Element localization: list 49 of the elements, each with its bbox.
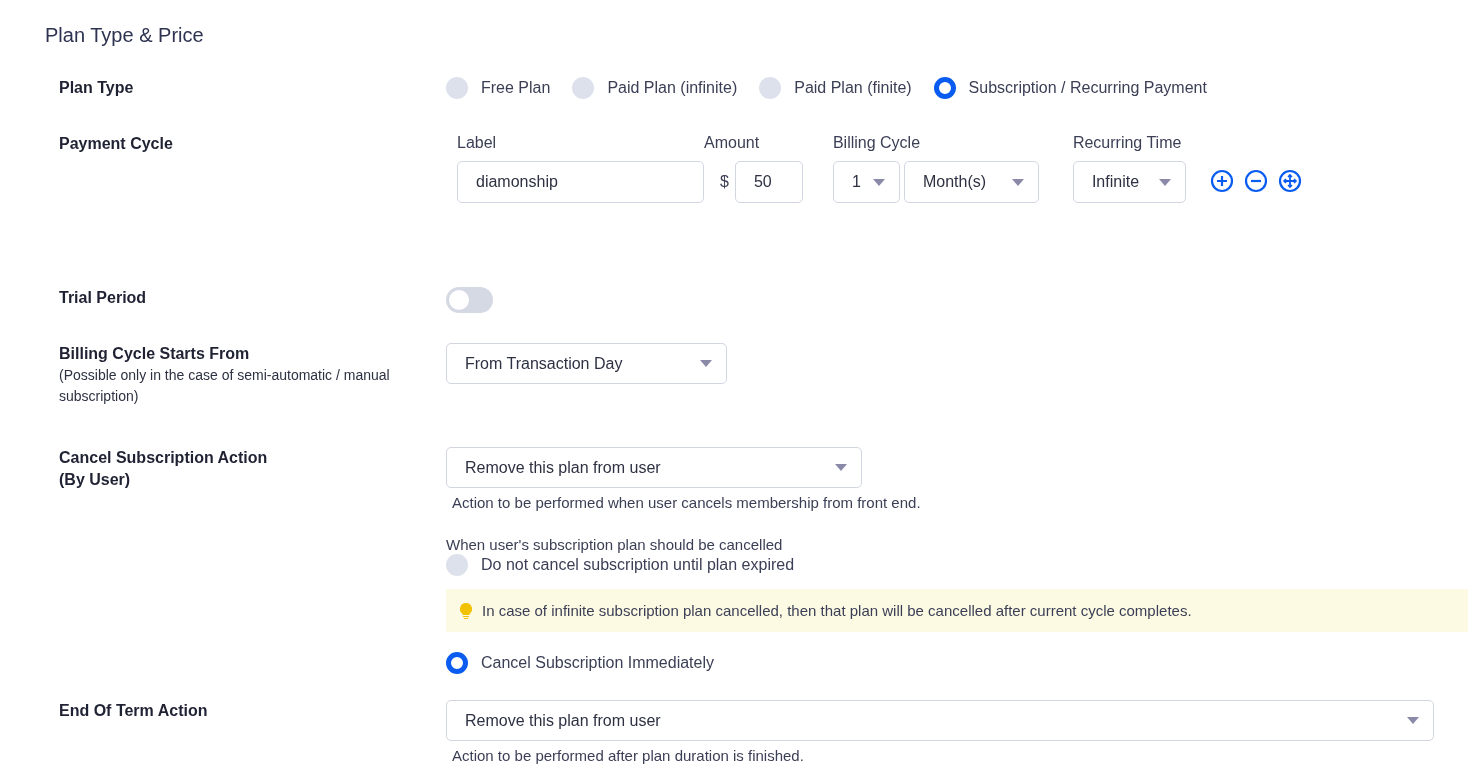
field-note: (Possible only in the case of semi-automatic / manual subscription) bbox=[59, 366, 391, 406]
field-label: Payment Cycle bbox=[59, 134, 174, 154]
radio-button[interactable] bbox=[446, 652, 468, 674]
caret-icon bbox=[1011, 178, 1024, 186]
column-heading: Label bbox=[457, 133, 498, 153]
option-heading: When user's subscription plan should be cancelled bbox=[446, 536, 784, 554]
radio-button[interactable] bbox=[446, 77, 468, 99]
radio-option[interactable]: Cancel Subscription Immediately bbox=[446, 652, 1468, 674]
radio-option[interactable]: Do not cancel subscription until plan expired bbox=[446, 554, 1468, 576]
help-text: Action to be performed after plan duration is finished. bbox=[452, 747, 805, 765]
cancel-action-dropdown[interactable]: Remove this plan from user bbox=[446, 447, 862, 488]
field-label: Trial Period bbox=[59, 288, 148, 308]
caret-icon bbox=[700, 360, 712, 367]
field-label: Cancel Subscription Action bbox=[59, 448, 269, 468]
field-label: End Of Term Action bbox=[59, 701, 209, 721]
unit-dropdown[interactable]: Month(s) bbox=[903, 161, 1039, 203]
caret-icon bbox=[1407, 717, 1419, 724]
field-label: (By User) bbox=[59, 470, 132, 490]
trial-toggle[interactable] bbox=[446, 287, 493, 313]
radio-option[interactable]: Paid Plan (infinite) bbox=[572, 77, 738, 99]
radio-button[interactable] bbox=[759, 77, 782, 99]
help-text: Action to be performed when user cancels membership from front end. bbox=[452, 494, 922, 512]
column-heading: Billing Cycle bbox=[832, 133, 922, 153]
caret-icon bbox=[835, 464, 847, 471]
tip-text: In case of infinite subscription plan cancelled, then that plan will be cancelled after current cycle completes. bbox=[482, 602, 1192, 619]
radio-button[interactable] bbox=[446, 554, 468, 576]
amount-input[interactable]: 50 bbox=[734, 161, 803, 203]
move-icon[interactable] bbox=[1277, 169, 1302, 193]
currency-symbol: $ bbox=[720, 172, 729, 192]
caret-icon bbox=[872, 178, 885, 186]
field-label: Plan Type bbox=[59, 78, 135, 98]
count-dropdown[interactable]: 1 bbox=[832, 161, 900, 203]
radio-button[interactable] bbox=[933, 77, 956, 99]
recurring-dropdown[interactable]: Infinite bbox=[1072, 161, 1186, 203]
column-heading: Recurring Time bbox=[1072, 133, 1183, 153]
column-heading: Amount bbox=[704, 133, 761, 153]
add-icon[interactable] bbox=[1209, 169, 1234, 193]
label-input[interactable]: diamonship bbox=[457, 161, 704, 203]
caret-icon bbox=[1158, 178, 1171, 186]
radio-option[interactable]: Paid Plan (finite) bbox=[759, 77, 912, 99]
radio-option[interactable]: Free Plan bbox=[446, 77, 551, 99]
section-title: Plan Type & Price bbox=[45, 24, 205, 47]
billing-start-dropdown[interactable]: From Transaction Day bbox=[446, 343, 727, 384]
radio-option[interactable]: Subscription / Recurring Payment bbox=[933, 77, 1207, 99]
remove-icon[interactable] bbox=[1243, 169, 1268, 193]
lightbulb-icon bbox=[460, 602, 472, 619]
radio-button[interactable] bbox=[572, 77, 595, 99]
field-label: Billing Cycle Starts From bbox=[59, 344, 251, 364]
end-term-dropdown[interactable]: Remove this plan from user bbox=[446, 700, 1434, 741]
